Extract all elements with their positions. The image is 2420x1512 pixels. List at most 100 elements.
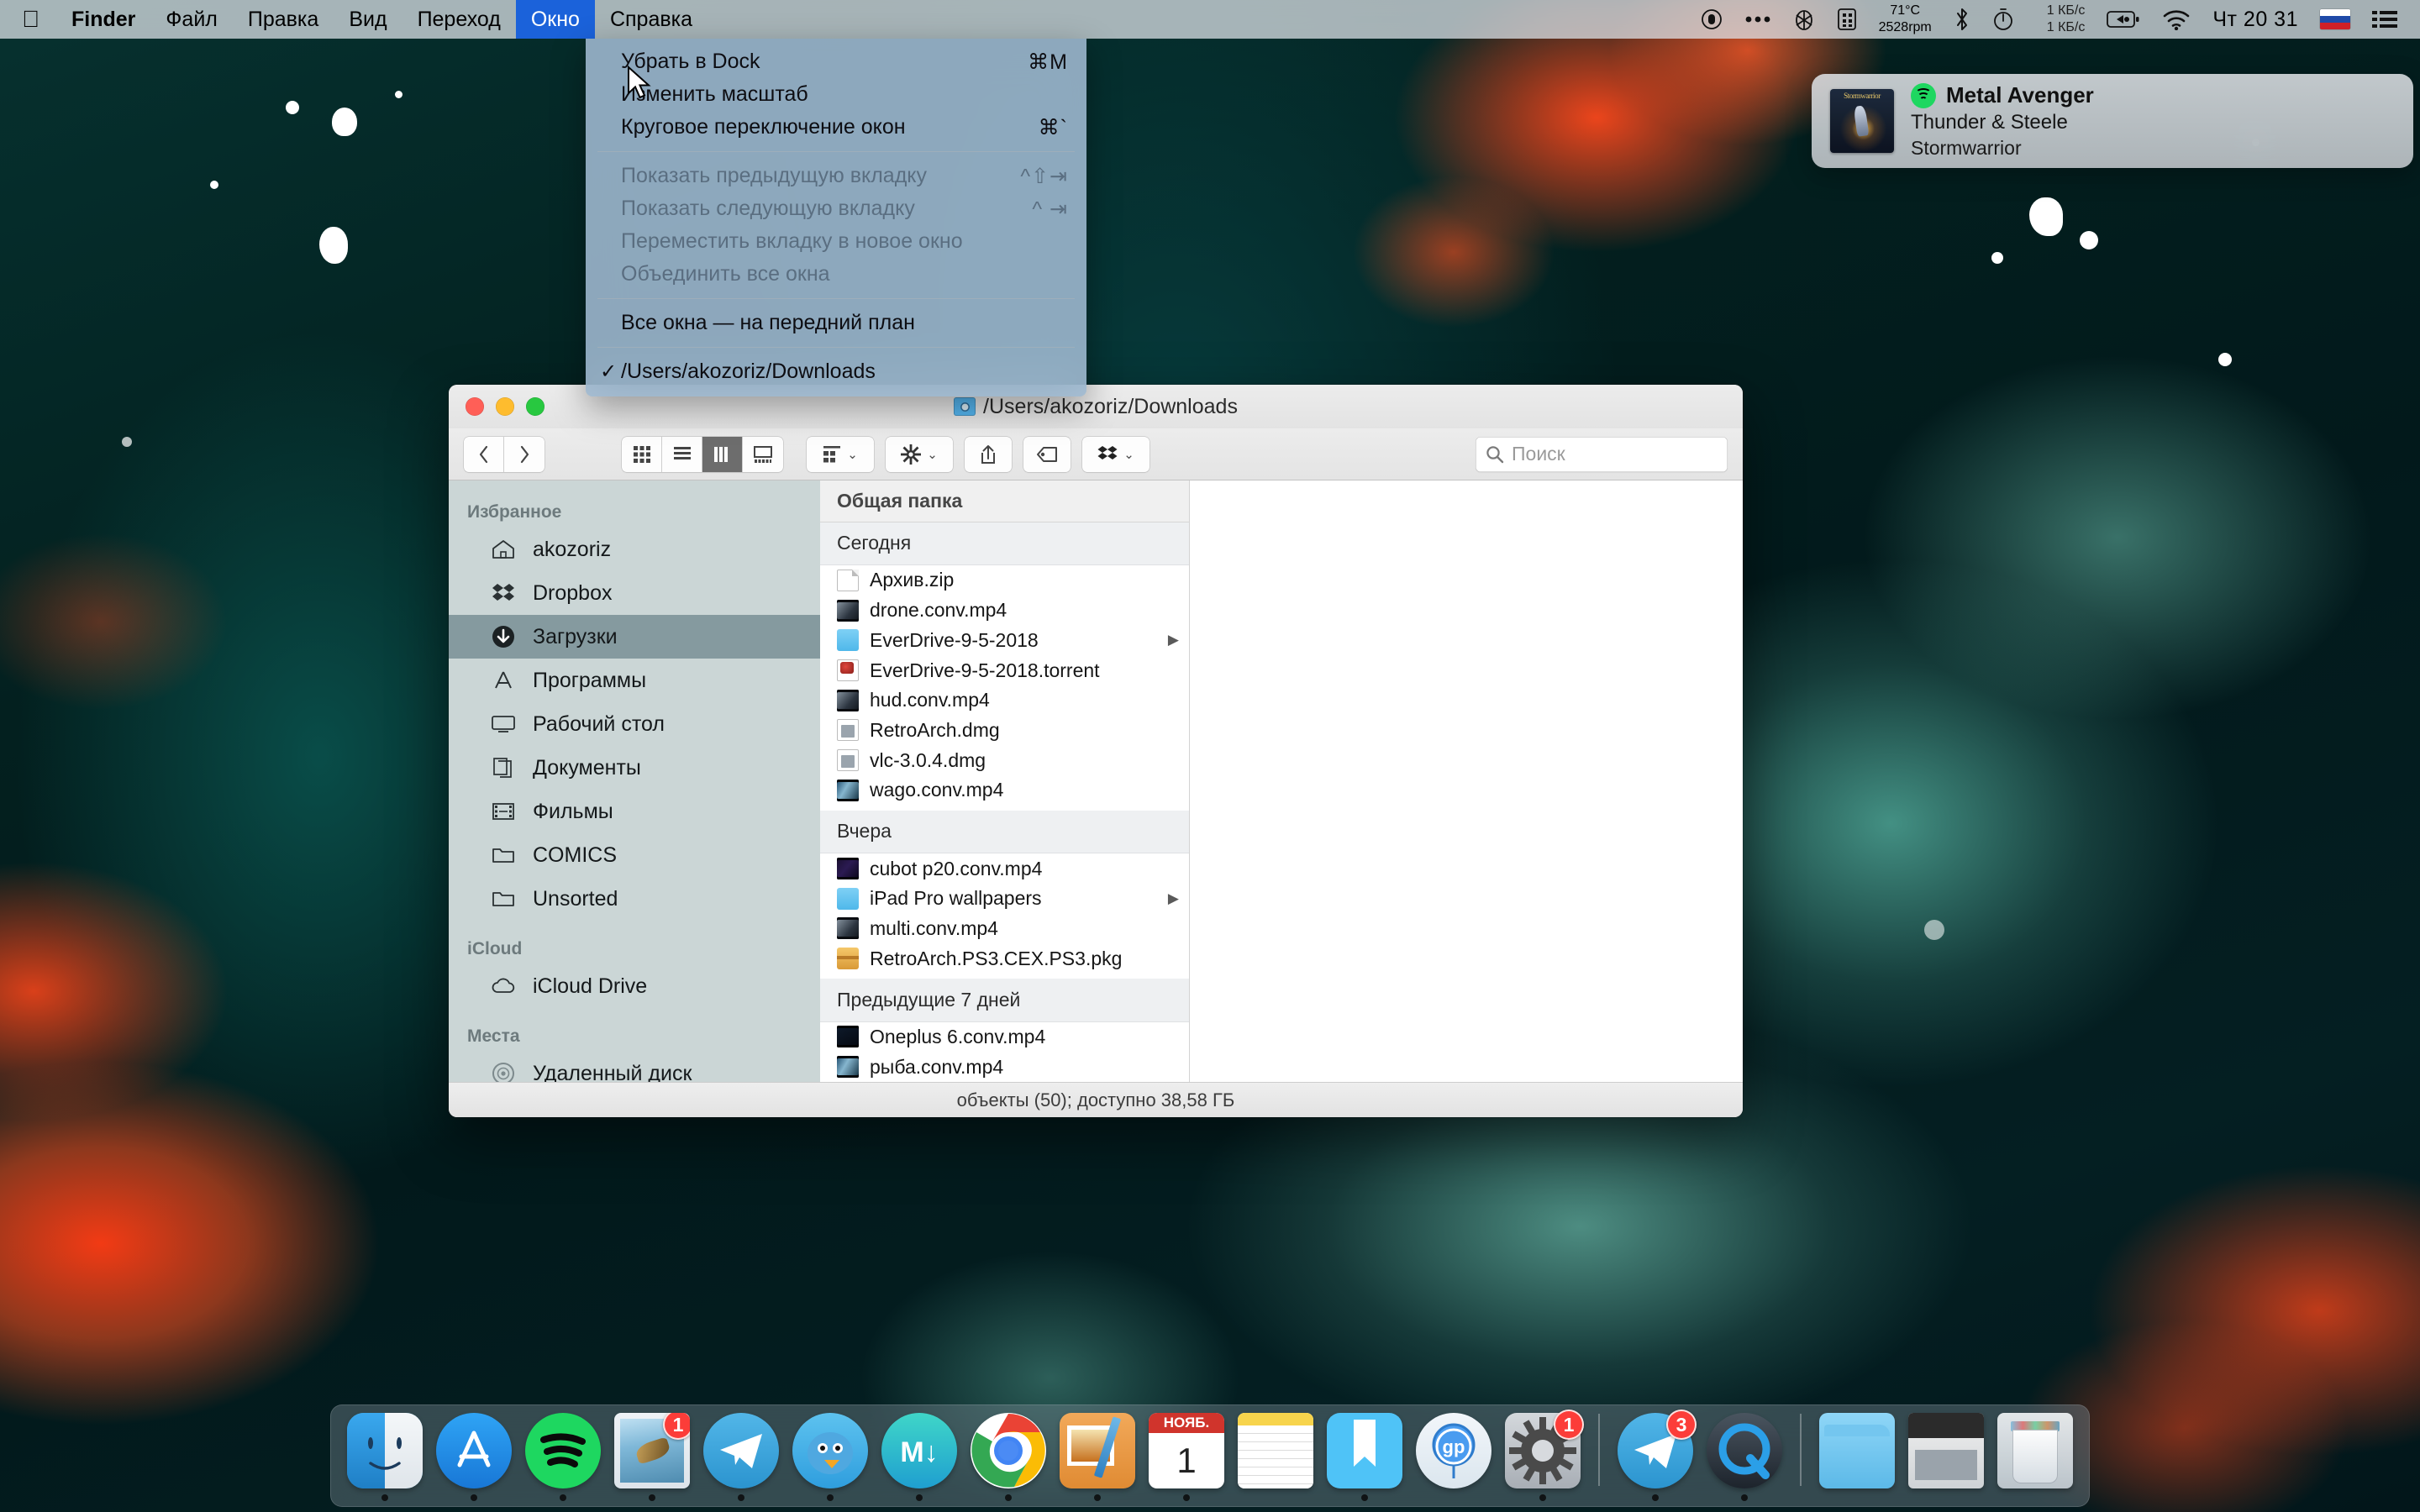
temperature-fan-readout[interactable]: 71°C 2528rpm <box>1868 0 1943 39</box>
dock-item-spotify[interactable] <box>521 1407 605 1501</box>
menu-item-current-window[interactable]: ✓ /Users/akozoriz/Downloads <box>586 355 1086 388</box>
chevron-down-icon: ⌄ <box>847 447 858 462</box>
sidebar-item-movies[interactable]: Фильмы <box>449 790 820 833</box>
sidebar-item-dropbox[interactable]: Dropbox <box>449 571 820 615</box>
sidebar-item-unsorted[interactable]: Unsorted <box>449 877 820 921</box>
menu-item-bring-all-to-front[interactable]: Все окна — на передний план <box>586 307 1086 339</box>
table-row[interactable]: vlc-3.0.4.dmg <box>820 745 1189 775</box>
dock-item-system-preferences[interactable]: 1 <box>1501 1407 1585 1501</box>
stopwatch-icon[interactable] <box>1981 0 2025 39</box>
wifi-icon[interactable] <box>2151 0 2202 39</box>
menu-item-minimize[interactable]: Убрать в Dock ⌘M <box>586 45 1086 78</box>
sidebar-item-icloud-drive[interactable]: iCloud Drive <box>449 964 820 1008</box>
list-view-button[interactable] <box>662 436 702 472</box>
menu-finder[interactable]: Finder <box>56 0 150 39</box>
network-download-speed: 1 КБ/с <box>2046 3 2086 18</box>
menu-bar-clock[interactable]: Чт 20 31 <box>2202 0 2309 39</box>
sidebar-item-applications[interactable]: Программы <box>449 659 820 702</box>
table-row[interactable]: cubot p20.conv.mp4 <box>820 853 1189 884</box>
menu-window[interactable]: Окно <box>515 0 595 39</box>
sidebar-item-akozoriz[interactable]: akozoriz <box>449 528 820 571</box>
table-row[interactable]: multi.conv.mp4 <box>820 914 1189 944</box>
sidebar-item-downloads[interactable]: Загрузки <box>449 615 820 659</box>
running-indicator <box>560 1494 566 1501</box>
dock-item-telegram-desktop[interactable]: 3 <box>1613 1407 1697 1501</box>
minimize-button[interactable] <box>496 397 514 416</box>
documents-stack-icon <box>1908 1413 1984 1488</box>
zoom-button[interactable] <box>526 397 544 416</box>
gallery-view-button[interactable] <box>743 437 783 472</box>
table-row[interactable]: iPad Pro wallpapers ▶ <box>820 884 1189 914</box>
notification-center-icon[interactable] <box>2361 0 2408 39</box>
notification-banner[interactable]: Stormwarrior Metal Avenger Thunder & Ste… <box>1812 74 2413 168</box>
dock-item-calendar[interactable]: НОЯБ. 1 <box>1144 1407 1228 1501</box>
close-button[interactable] <box>466 397 484 416</box>
home-icon <box>489 537 518 562</box>
menu-bar-status-items: 71°C 2528rpm 1 КБ/с 1 КБ/с Чт 20 31 <box>1690 0 2420 39</box>
menu-help[interactable]: Справка <box>595 0 708 39</box>
dock-item-bookmark-app[interactable] <box>1323 1407 1407 1501</box>
menu-view[interactable]: Вид <box>334 0 402 39</box>
back-button[interactable] <box>464 436 504 472</box>
menu-separator <box>597 347 1075 348</box>
memory-module-icon[interactable] <box>1826 0 1868 39</box>
menu-item-cycle-windows[interactable]: Круговое переключение окон ⌘` <box>586 111 1086 144</box>
dock-item-documents-stack[interactable] <box>1904 1407 1988 1501</box>
dock-item-mail[interactable]: 1 <box>610 1407 694 1501</box>
table-row[interactable]: RetroArch.dmg <box>820 716 1189 746</box>
russian-flag-icon[interactable] <box>2309 0 2361 39</box>
apple-logo-icon[interactable]:  <box>0 0 56 39</box>
menu-file[interactable]: Файл <box>150 0 232 39</box>
bartender-icon[interactable] <box>1782 0 1826 39</box>
icon-view-button[interactable] <box>622 436 662 472</box>
sidebar-item-comics[interactable]: COMICS <box>449 833 820 877</box>
dock-item-telegram[interactable] <box>699 1407 783 1501</box>
network-speed-readout[interactable]: 1 КБ/с 1 КБ/с <box>2025 0 2096 39</box>
bluetooth-icon[interactable] <box>1943 0 1981 39</box>
file-name: RetroArch.dmg <box>870 718 1000 741</box>
dock-item-quicktime[interactable] <box>1702 1407 1786 1501</box>
three-dots-icon[interactable] <box>1733 0 1782 39</box>
notification-header: Metal Avenger <box>1911 82 2094 108</box>
dock-item-notes[interactable] <box>1234 1407 1318 1501</box>
dock-item-app-store[interactable] <box>432 1407 516 1501</box>
action-button[interactable]: ⌄ <box>886 436 953 472</box>
dock-item-preview[interactable] <box>1055 1407 1139 1501</box>
menu-go[interactable]: Переход <box>402 0 516 39</box>
table-row[interactable]: EverDrive-9-5-2018.torrent <box>820 655 1189 685</box>
record-circle-icon[interactable] <box>1690 0 1733 39</box>
dock-item-tweetbot[interactable] <box>788 1407 872 1501</box>
table-row[interactable]: Oneplus 6.conv.mp4 <box>820 1022 1189 1053</box>
table-row[interactable]: drone.conv.mp4 <box>820 596 1189 626</box>
table-row[interactable]: EverDrive-9-5-2018 ▶ <box>820 626 1189 656</box>
forward-button[interactable] <box>504 437 544 472</box>
dock-item-gpgtools[interactable]: gp <box>1412 1407 1496 1501</box>
sidebar-item-desktop[interactable]: Рабочий стол <box>449 702 820 746</box>
menu-item-zoom[interactable]: Изменить масштаб <box>586 78 1086 111</box>
dock-item-google-chrome[interactable] <box>966 1407 1050 1501</box>
arrange-by-button[interactable]: ⌄ <box>807 436 874 472</box>
sidebar-item-label: COMICS <box>533 843 617 867</box>
table-row[interactable]: wago.conv.mp4 <box>820 775 1189 806</box>
table-row[interactable]: hud.conv.mp4 <box>820 685 1189 716</box>
dock-item-finder[interactable] <box>343 1407 427 1501</box>
table-row[interactable]: рыба.conv.mp4 <box>820 1052 1189 1082</box>
battery-charging-icon[interactable] <box>2096 0 2151 39</box>
movies-icon <box>489 799 518 824</box>
search-input[interactable]: Поиск <box>1476 436 1728 472</box>
menu-edit[interactable]: Правка <box>233 0 334 39</box>
column-view-button[interactable] <box>702 436 743 472</box>
sidebar-item-remote-disc[interactable]: Удаленный диск <box>449 1052 820 1082</box>
sidebar-item-documents[interactable]: Документы <box>449 746 820 790</box>
share-button[interactable] <box>965 436 1012 472</box>
network-upload-speed: 1 КБ/с <box>2046 20 2086 34</box>
table-row[interactable]: Архив.zip <box>820 565 1189 596</box>
dropbox-button[interactable]: ⌄ <box>1082 436 1150 472</box>
tags-button[interactable] <box>1023 436 1071 472</box>
dock-item-downloads-folder[interactable] <box>1815 1407 1899 1501</box>
dock-item-trash[interactable] <box>1993 1407 2077 1501</box>
torrent-icon <box>837 659 859 682</box>
dock-item-marked[interactable]: M↓ <box>877 1407 961 1501</box>
menu-item-label: Все окна — на передний план <box>621 311 915 334</box>
table-row[interactable]: RetroArch.PS3.CEX.PS3.pkg <box>820 943 1189 974</box>
